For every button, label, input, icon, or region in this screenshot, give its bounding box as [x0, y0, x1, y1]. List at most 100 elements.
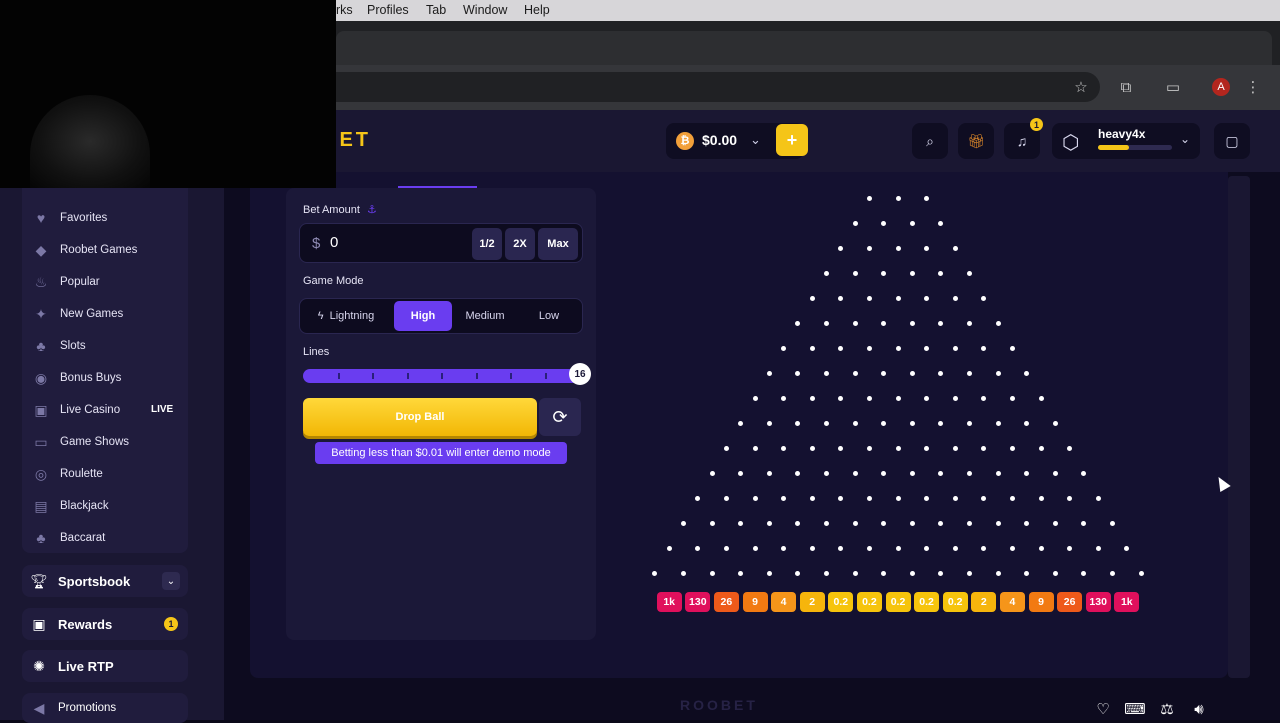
sidebar-item-bonus-buys[interactable]: ◉ Bonus Buys: [32, 368, 121, 388]
multiplier-slot: 0.2: [885, 592, 911, 612]
plinko-peg: [995, 570, 1001, 576]
sidebar-item-popular[interactable]: ♨ Popular: [32, 272, 100, 292]
plinko-peg: [938, 520, 944, 526]
fairness-scale-icon[interactable]: ⚖: [1156, 698, 1178, 720]
search-button[interactable]: ⌕: [912, 123, 948, 159]
user-menu[interactable]: ⬡ heavy4x ⌄: [1052, 123, 1200, 159]
plinko-peg: [1138, 570, 1144, 576]
plinko-peg: [1052, 420, 1058, 426]
plinko-peg: [952, 445, 958, 451]
favorite-heart-icon[interactable]: ♡: [1092, 698, 1114, 720]
plinko-peg: [1009, 545, 1015, 551]
plinko-peg: [995, 320, 1001, 326]
keyboard-icon[interactable]: ⌨: [1124, 698, 1146, 720]
plinko-peg: [1067, 445, 1073, 451]
sidebar-item-label: Slots: [60, 340, 86, 352]
search-icon: ⌕: [926, 132, 934, 149]
plinko-peg: [766, 470, 772, 476]
multiplier-slot: 2: [799, 592, 825, 612]
plinko-peg: [895, 295, 901, 301]
plinko-peg: [1038, 495, 1044, 501]
sidebar-item-slots[interactable]: ♣ Slots: [32, 336, 86, 356]
rewards-menu[interactable]: ▣ Rewards 1: [22, 608, 188, 640]
plinko-peg: [881, 220, 887, 226]
plinko-peg: [866, 545, 872, 551]
deposit-button[interactable]: +: [776, 124, 808, 156]
menu-bookmarks[interactable]: rks: [336, 3, 353, 17]
plinko-peg: [981, 295, 987, 301]
menu-profiles[interactable]: Profiles: [367, 3, 409, 17]
sidebar-item-roulette[interactable]: ◎ Roulette: [32, 464, 103, 484]
sidebar-item-new-games[interactable]: ✦ New Games: [32, 304, 123, 324]
plinko-peg: [981, 445, 987, 451]
plinko-peg: [1024, 570, 1030, 576]
plinko-peg: [881, 470, 887, 476]
chat-button[interactable]: ▢: [1214, 123, 1250, 159]
sidebar-item-label: Bonus Buys: [60, 372, 122, 384]
sidebar-item-game-shows[interactable]: ▭ Game Shows: [32, 432, 129, 452]
plinko-peg: [809, 345, 815, 351]
plinko-peg: [924, 295, 930, 301]
live-rtp-menu[interactable]: ✺ Live RTP: [22, 650, 188, 682]
chat-icon: ▢: [1225, 132, 1239, 149]
address-bar[interactable]: [300, 72, 1100, 102]
plinko-peg: [952, 545, 958, 551]
sidebar-item-label: Popular: [60, 276, 100, 288]
plinko-peg: [752, 545, 758, 551]
plinko-peg: [1081, 570, 1087, 576]
plinko-peg: [881, 570, 887, 576]
promotions-menu[interactable]: ◀ Promotions: [22, 693, 188, 723]
menu-help[interactable]: Help: [524, 3, 550, 17]
plinko-peg: [1052, 520, 1058, 526]
extensions-icon[interactable]: ⧉: [1116, 77, 1136, 97]
plinko-peg: [981, 395, 987, 401]
tab-search-icon[interactable]: ▭: [1163, 77, 1183, 97]
plinko-peg: [881, 270, 887, 276]
volume-icon[interactable]: 🔊︎: [1188, 698, 1210, 720]
gift-button[interactable]: 🎁︎: [958, 123, 994, 159]
sidebar-item-favorites[interactable]: ♥ Favorites: [32, 208, 107, 228]
plinko-peg: [781, 545, 787, 551]
plinko-peg: [809, 495, 815, 501]
footer-logo: ROOBET: [680, 697, 758, 713]
plinko-peg: [752, 445, 758, 451]
plinko-peg: [952, 495, 958, 501]
plinko-peg: [938, 370, 944, 376]
plinko-peg: [723, 495, 729, 501]
menu-tab[interactable]: Tab: [426, 3, 446, 17]
plinko-peg: [852, 520, 858, 526]
plinko-peg: [824, 520, 829, 526]
multiplier-slot: 9: [1028, 592, 1054, 612]
plinko-peg: [909, 220, 915, 226]
menu-window[interactable]: Window: [463, 3, 507, 17]
browser-menu-icon[interactable]: ⋮: [1243, 77, 1263, 97]
plinko-peg: [909, 320, 915, 326]
profile-avatar[interactable]: A: [1212, 78, 1230, 96]
sidebar-item-label: Roulette: [60, 468, 103, 480]
plinko-peg: [1067, 545, 1073, 551]
plinko-peg: [766, 370, 772, 376]
sidebar-item-baccarat[interactable]: ♣ Baccarat: [32, 528, 105, 548]
plinko-peg: [895, 495, 901, 501]
sportsbook-menu[interactable]: 🏆︎ Sportsbook ⌄: [22, 565, 188, 597]
multiplier-slot: 2: [971, 592, 997, 612]
browser-active-tab[interactable]: [336, 31, 1272, 65]
plinko-peg: [1081, 470, 1087, 476]
plinko-peg: [909, 370, 915, 376]
plinko-board: 1k 130 26 9 4 2 0.2 0.2 0.2 0.2 0.2 2 4 9 26 130 1k: [224, 172, 1280, 720]
plinko-peg: [1038, 545, 1044, 551]
main-content: Bet Amount ⚓︎ $ 1/2 2X Max Game Mode ϟLi…: [224, 172, 1280, 720]
wallet-balance: $0.00: [702, 132, 738, 148]
chevron-down-icon[interactable]: ⌄: [162, 572, 180, 590]
sidebar-item-blackjack[interactable]: ▤ Blackjack: [32, 496, 108, 516]
sidebar-item-roobet-games[interactable]: ◆ Roobet Games: [32, 240, 138, 260]
plinko-peg: [781, 445, 787, 451]
plinko-peg: [981, 495, 987, 501]
sidebar-item-live-casino[interactable]: ▣ Live Casino: [32, 400, 120, 420]
plinko-peg: [681, 570, 686, 576]
bookmark-star-icon[interactable]: ☆: [1071, 77, 1091, 97]
plinko-peg: [824, 270, 829, 276]
multiplier-slot: 26: [1057, 592, 1083, 612]
plinko-peg: [824, 420, 829, 426]
plinko-peg: [838, 295, 844, 301]
